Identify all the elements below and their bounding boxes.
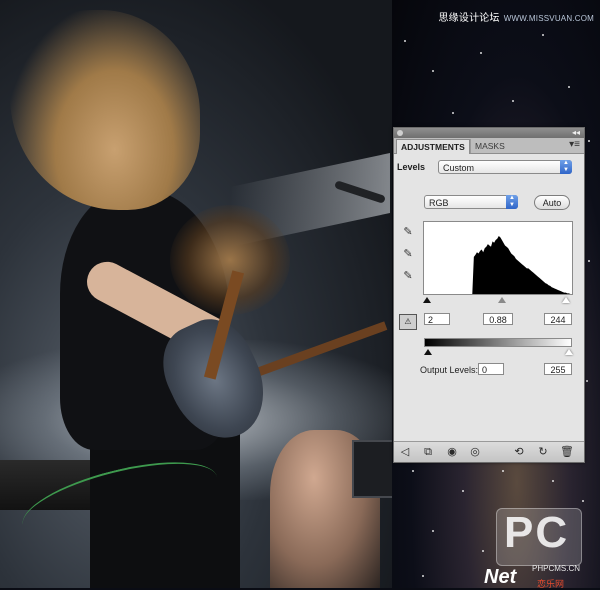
watermark-domain: PHPCMS.CN xyxy=(532,564,581,573)
flying-hair xyxy=(10,10,200,210)
channel-value: RGB xyxy=(429,198,449,208)
site-url: WWW.MISSVUAN.COM xyxy=(503,14,594,23)
output-black-slider[interactable] xyxy=(424,349,432,355)
reset-icon[interactable]: ↻ xyxy=(536,445,550,459)
output-black-field[interactable]: 0 xyxy=(478,363,504,375)
watermark-logo-text: PC xyxy=(504,508,570,557)
preset-select[interactable]: Custom ▲ ▼ xyxy=(438,160,572,174)
adjustment-type-label: Levels xyxy=(397,162,426,172)
panel-titlebar[interactable]: ◂◂ xyxy=(394,128,584,138)
output-white-field[interactable]: 255 xyxy=(544,363,572,375)
watermark-brand: Net xyxy=(484,566,517,588)
visibility-eye-icon[interactable]: ◎ xyxy=(468,445,482,459)
input-gamma-field[interactable]: 0.88 xyxy=(483,313,513,325)
site-header: 思缘设计论坛 WWW.MISSVUAN.COM xyxy=(438,9,594,24)
close-icon[interactable] xyxy=(397,130,403,136)
tab-masks[interactable]: MASKS xyxy=(470,139,509,153)
clip-to-layer-icon[interactable]: ⧉ xyxy=(421,445,435,459)
black-point-eyedropper-icon[interactable]: ✎ xyxy=(402,226,414,238)
concert-photo xyxy=(0,0,392,588)
input-black-slider[interactable] xyxy=(423,297,431,303)
previous-state-icon[interactable]: ⟲ xyxy=(512,445,526,459)
clipping-warning-icon[interactable]: ⚠ xyxy=(399,314,417,330)
site-title: 思缘设计论坛 xyxy=(438,13,500,24)
watermark-brand-cn: 恋乐网 xyxy=(537,579,565,589)
gray-point-eyedropper-icon[interactable]: ✎ xyxy=(402,248,414,260)
output-white-slider[interactable] xyxy=(565,349,573,355)
input-white-field[interactable]: 244 xyxy=(544,313,572,325)
panel-menu-icon[interactable]: ▾≡ xyxy=(569,139,580,150)
output-gradient-ramp xyxy=(424,338,572,347)
white-point-eyedropper-icon[interactable]: ✎ xyxy=(402,270,414,282)
tab-adjustments[interactable]: ADJUSTMENTS xyxy=(396,139,470,154)
preset-value: Custom xyxy=(443,163,475,173)
select-arrows-icon: ▲ ▼ xyxy=(506,195,518,209)
histogram-shape xyxy=(424,236,572,294)
back-arrow-icon[interactable]: ◁ xyxy=(398,445,412,459)
adjustments-panel: ◂◂ ADJUSTMENTS MASKS ▾≡ Levels Custom ▲ ▼… xyxy=(393,127,585,463)
select-arrows-icon: ▲ ▼ xyxy=(560,160,572,174)
input-black-field[interactable]: 2 xyxy=(424,313,450,325)
panel-tabs: ADJUSTMENTS MASKS ▾≡ xyxy=(394,138,584,154)
input-gamma-slider[interactable] xyxy=(498,297,506,303)
histogram xyxy=(423,221,573,295)
new-layer-icon[interactable]: ◉ xyxy=(445,445,459,459)
auto-button[interactable]: Auto xyxy=(534,195,570,210)
collapse-icon[interactable]: ◂◂ xyxy=(572,128,580,138)
output-levels-label: Output Levels: xyxy=(420,365,479,375)
audience-phone xyxy=(352,440,392,498)
input-white-slider[interactable] xyxy=(562,297,570,303)
panel-bottom-toolbar: ◁ ⧉ ◉ ◎ ⟲ ↻ 🗑 xyxy=(394,441,584,462)
delete-icon[interactable]: 🗑 xyxy=(560,445,574,459)
channel-select[interactable]: RGB ▲ ▼ xyxy=(424,195,518,209)
